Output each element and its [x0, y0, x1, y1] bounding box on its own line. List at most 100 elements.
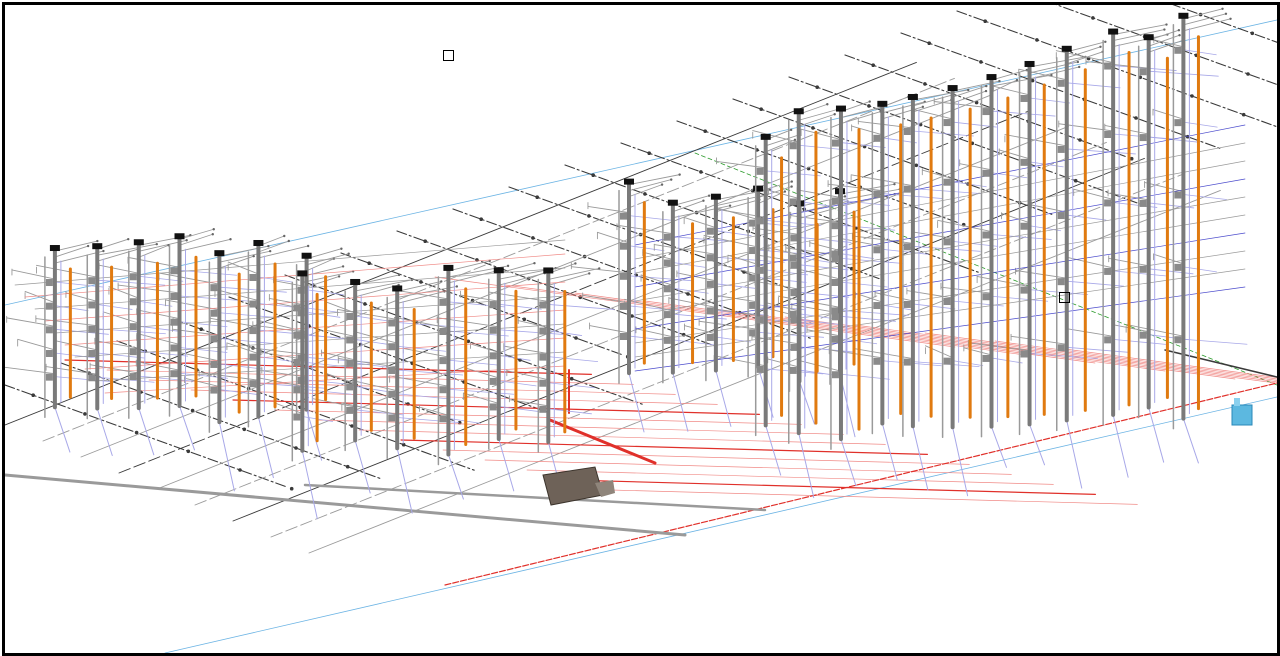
- pipe-node: [699, 170, 703, 174]
- fixture-box: [831, 278, 839, 286]
- riser-drop: [1182, 418, 1199, 464]
- branch-end: [268, 249, 272, 253]
- branch-pipe-top: [179, 228, 215, 240]
- branch-pipe-top: [1182, 13, 1227, 26]
- pipe-node: [423, 239, 428, 243]
- floor-pipe: [1055, 5, 1277, 86]
- branch-end: [967, 88, 970, 92]
- fixture-box: [831, 197, 839, 205]
- pipe-node: [979, 60, 983, 64]
- riser-cap: [1108, 28, 1119, 35]
- riser-cap: [1143, 34, 1154, 41]
- piping-3d-scene[interactable]: [5, 5, 1277, 653]
- riser-drop: [498, 438, 515, 492]
- riser-drop: [672, 372, 689, 432]
- branch-end: [678, 173, 681, 176]
- branch-pipe: [324, 329, 356, 337]
- tank: [1231, 404, 1253, 426]
- fixture-box: [1020, 222, 1028, 230]
- view-cube-icon[interactable]: [443, 50, 454, 61]
- branch-pipe: [717, 207, 759, 221]
- riser-cap: [907, 93, 918, 100]
- branch-end: [702, 199, 705, 202]
- riser-drop: [138, 407, 155, 456]
- fixture-box: [45, 373, 53, 381]
- fixture-box: [346, 383, 354, 391]
- fixture-box: [1104, 130, 1112, 138]
- fixture-box: [539, 405, 547, 413]
- fixture-box: [1139, 331, 1147, 339]
- fixture-box: [1104, 336, 1112, 344]
- branch-end: [267, 244, 270, 248]
- fixture-box: [943, 238, 951, 246]
- fixture-box: [831, 313, 839, 321]
- fixture-box: [790, 343, 798, 351]
- branch-end: [1163, 28, 1166, 31]
- fixture-box: [293, 413, 301, 421]
- pipe-node: [759, 107, 763, 111]
- riser-cap: [1061, 45, 1072, 52]
- model-viewport[interactable]: [2, 2, 1280, 656]
- branch-pipe: [851, 125, 883, 136]
- riser-drop: [354, 439, 371, 494]
- branch-pipe: [98, 264, 140, 274]
- hot-water-pipe: [610, 489, 1138, 505]
- branch-pipe: [967, 342, 1030, 351]
- pipe-node: [134, 430, 139, 435]
- pipe-node: [531, 236, 535, 240]
- fixture-box: [982, 169, 990, 177]
- riser-drop: [798, 432, 815, 499]
- branch-pipe-cold: [547, 304, 615, 310]
- branch-pipe: [127, 256, 180, 268]
- riser-drop: [96, 408, 113, 457]
- branch-pipe-cold: [138, 300, 173, 307]
- branch-pipe-cold: [306, 311, 341, 318]
- pipe-node: [1190, 94, 1194, 98]
- fixture-box: [539, 379, 547, 387]
- pipe-node: [591, 173, 595, 177]
- fixture-box: [170, 370, 178, 378]
- pipe-node: [31, 393, 35, 398]
- fixture-box: [1139, 68, 1147, 76]
- branch-end: [783, 190, 787, 193]
- fixture-box: [346, 359, 354, 367]
- fixture-box: [129, 348, 137, 356]
- branch-end: [1229, 17, 1232, 20]
- pipe-node: [686, 292, 690, 296]
- fixture-box: [663, 259, 671, 267]
- fixture-box: [210, 335, 218, 343]
- branch-end: [340, 247, 343, 250]
- fixture-box: [293, 331, 301, 339]
- branch-end: [1224, 12, 1228, 15]
- branch-pipe: [402, 347, 449, 358]
- fixture-box: [1174, 119, 1182, 127]
- branch-pipe-cold: [1066, 280, 1125, 287]
- fixture-box: [388, 390, 396, 398]
- branch-end: [96, 239, 99, 243]
- fixture-box: [1139, 265, 1147, 273]
- pipe-node: [643, 192, 647, 196]
- branch-pipe-top: [757, 181, 793, 193]
- riser-drop: [881, 423, 898, 481]
- riser-cap: [543, 267, 554, 274]
- selection-box-icon[interactable]: [1059, 292, 1070, 303]
- fixture-box: [943, 119, 951, 127]
- fixture-box: [789, 310, 797, 318]
- branch-pipe: [857, 121, 914, 129]
- branch-end: [127, 237, 130, 241]
- riser-drop: [257, 416, 274, 479]
- riser-drop: [798, 380, 815, 425]
- fixture-box: [45, 349, 53, 357]
- branch-pipe-cold: [839, 253, 874, 259]
- pipe-node: [401, 442, 406, 447]
- pipe-node: [1246, 72, 1250, 76]
- branch-end: [921, 105, 925, 109]
- branch-end: [185, 239, 188, 242]
- branch-end: [455, 285, 459, 288]
- riser-cap: [753, 185, 764, 192]
- riser-drop: [218, 421, 235, 492]
- branch-pipe: [227, 261, 259, 275]
- fixture-box: [789, 254, 797, 262]
- pipe-node: [479, 217, 484, 221]
- pipe-node: [983, 19, 987, 23]
